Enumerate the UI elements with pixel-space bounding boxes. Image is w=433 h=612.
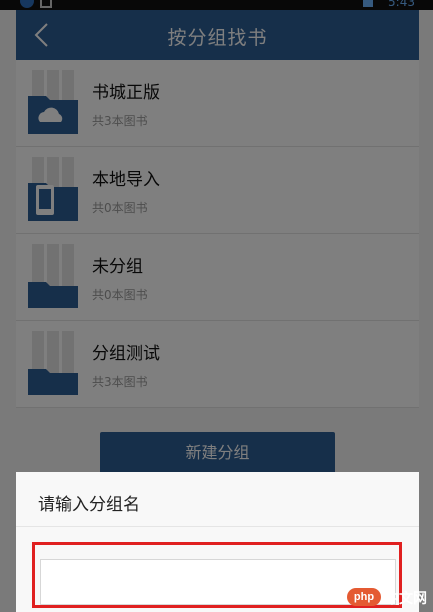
- watermark-logo: php 中文网: [347, 586, 427, 608]
- watermark-badge: php: [347, 588, 381, 606]
- dialog-title: 请输入分组名: [38, 495, 140, 515]
- watermark-text: 中文网: [385, 591, 427, 607]
- dialog-divider: [16, 526, 419, 527]
- group-name-input[interactable]: [40, 559, 396, 605]
